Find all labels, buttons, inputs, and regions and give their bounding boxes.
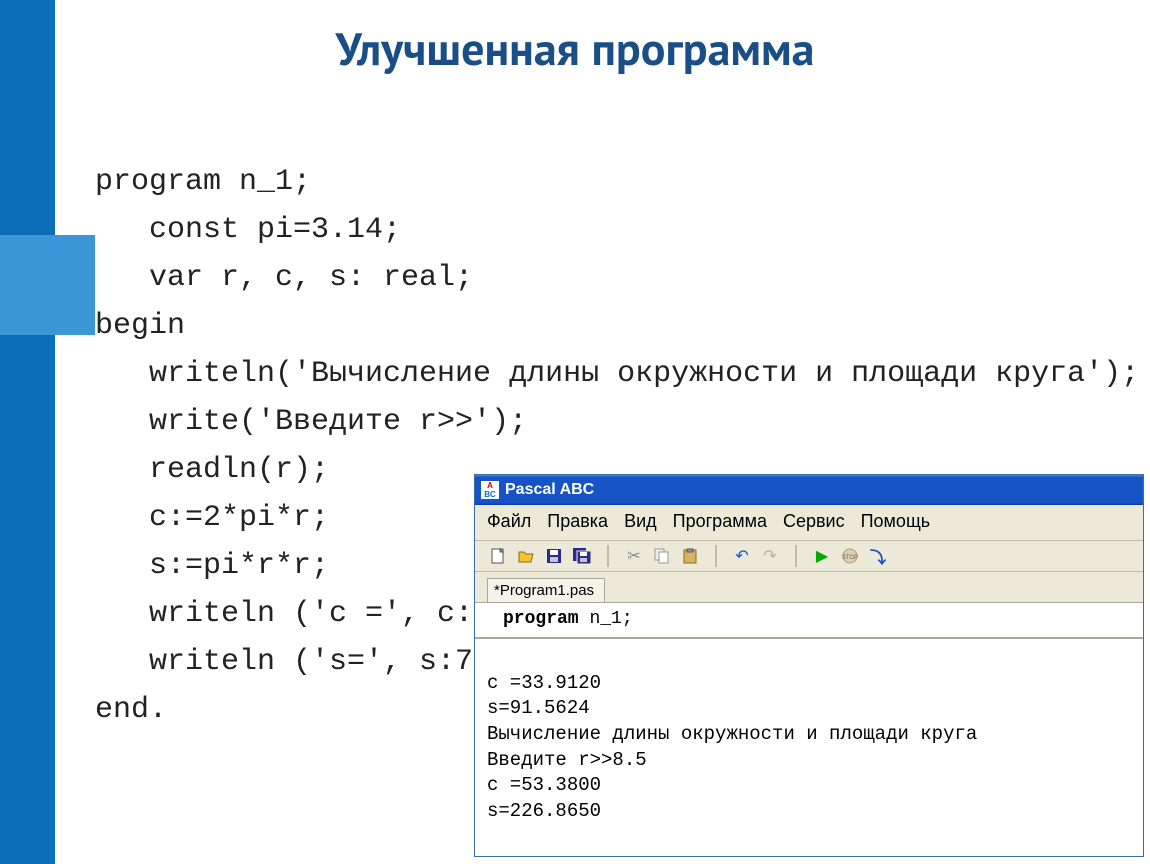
save-all-icon[interactable] [571,545,593,567]
open-file-icon[interactable] [515,545,537,567]
code-line: write('Введите r>>'); [95,405,527,439]
editor-text: n_1; [589,609,632,629]
toolbar-separator [607,545,609,567]
code-line: c:=2*pi*r; [95,501,329,535]
output-line: s=226.8650 [487,800,601,822]
stop-icon[interactable]: STOP [839,545,861,567]
accent-square [0,235,95,335]
code-line: const pi=3.14; [95,213,401,247]
save-icon[interactable] [543,545,565,567]
output-line: Вычисление длины окружности и площади кр… [487,723,977,745]
menu-view[interactable]: Вид [624,511,657,532]
svg-text:STOP: STOP [842,555,858,561]
step-icon[interactable]: ⤵ [867,545,889,567]
menu-program[interactable]: Программа [673,511,767,532]
paste-icon[interactable] [679,545,701,567]
slide-title: Улучшенная программа [0,18,1150,78]
window-title: Pascal ABC [505,481,594,499]
menubar: Файл Правка Вид Программа Сервис Помощь [475,505,1143,541]
app-icon: ABC [481,481,499,499]
toolbar-separator [795,545,797,567]
menu-service[interactable]: Сервис [783,511,845,532]
menu-edit[interactable]: Правка [547,511,608,532]
code-line: writeln ('s=', s:7:4) [95,645,527,679]
code-line: readln(r); [95,453,329,487]
tab-program1[interactable]: *Program1.pas [487,578,605,602]
menu-file[interactable]: Файл [487,511,531,532]
cut-icon[interactable]: ✂ [623,545,645,567]
menu-help[interactable]: Помощь [861,511,931,532]
toolbar: ✂ ↶ ↷ ▶ STOP ⤵ [475,541,1143,572]
output-pane: c =33.9120 s=91.5624 Вычисление длины ок… [475,638,1143,856]
undo-icon[interactable]: ↶ [731,545,753,567]
ide-titlebar: ABC Pascal ABC [475,475,1143,505]
run-icon[interactable]: ▶ [811,545,833,567]
output-line: Введите r>>8.5 [487,749,647,771]
redo-icon[interactable]: ↷ [759,545,781,567]
copy-icon[interactable] [651,545,673,567]
code-line: end. [95,693,167,727]
output-line: c =33.9120 [487,672,601,694]
left-stripe [0,0,55,864]
code-line: begin [95,309,185,343]
tab-bar: *Program1.pas [475,572,1143,602]
toolbar-separator [715,545,717,567]
code-line: s:=pi*r*r; [95,549,329,583]
editor-pane[interactable]: program n_1; [475,602,1143,638]
code-line: writeln('Вычисление длины окружности и п… [95,357,1139,391]
output-line: c =53.3800 [487,774,601,796]
ide-window: ABC Pascal ABC Файл Правка Вид Программа… [474,474,1144,857]
code-line: program n_1; [95,165,311,199]
new-file-icon[interactable] [487,545,509,567]
code-line: var r, c, s: real; [95,261,473,295]
output-line: s=91.5624 [487,697,590,719]
